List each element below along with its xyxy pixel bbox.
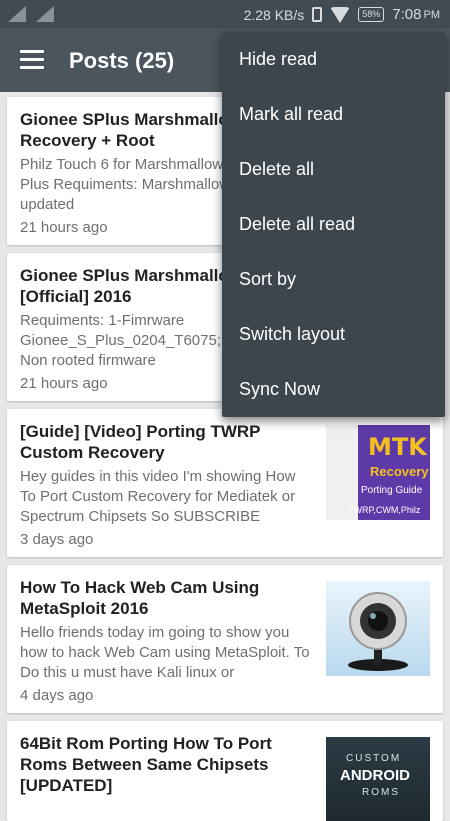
post-thumbnail[interactable]: [326, 581, 430, 676]
post-thumbnail[interactable]: MTK Recovery Porting Guide TWRP,CWM,Phil…: [326, 425, 430, 520]
signal-sim1-icon: [8, 6, 28, 22]
thumb-line1: MTK: [368, 433, 427, 461]
page-title: Posts (25): [69, 48, 175, 73]
status-bar: 2.28 KB/s 58% 7:08 PM: [0, 0, 450, 28]
post-thumbnail[interactable]: CUSTOM ANDROID ROMS: [326, 737, 430, 821]
network-speed: 2.28 KB/s: [243, 6, 305, 23]
post-time: 3 days ago: [20, 531, 94, 548]
thumb-line1: CUSTOM: [346, 753, 402, 764]
status-right: 2.28 KB/s 58% 7:08 PM: [244, 6, 440, 23]
thumb-line3: ROMS: [362, 787, 400, 798]
thumb-line3: Porting Guide: [361, 485, 423, 496]
post-time: 21 hours ago: [20, 219, 108, 236]
menu-item-hide-read[interactable]: Hide read: [222, 32, 445, 87]
post-time: 4 days ago: [20, 687, 94, 704]
menu-item-delete-all-read[interactable]: Delete all read: [222, 197, 445, 252]
wifi-icon: [330, 6, 351, 23]
menu-hamburger-icon[interactable]: [20, 50, 44, 70]
overflow-menu: Hide read Mark all read Delete all Delet…: [222, 32, 445, 417]
menu-item-sort-by[interactable]: Sort by: [222, 252, 445, 307]
post-title: How To Hack Web Cam Using MetaSploit 201…: [20, 578, 260, 618]
clock-ampm: PM: [423, 8, 441, 21]
battery-icon: 58%: [358, 7, 385, 22]
battery-level: 58%: [362, 9, 381, 19]
clock: 7:08: [392, 6, 422, 23]
webcam-icon: [348, 592, 408, 671]
thumb-line2: ANDROID: [340, 767, 410, 784]
post-time: 21 hours ago: [20, 375, 108, 392]
thumb-line4: TWRP,CWM,Philz: [348, 505, 421, 515]
vibrate-icon: [312, 7, 323, 22]
post-card[interactable]: 64Bit Rom Porting How To Port Roms Betwe…: [7, 721, 443, 821]
post-title: [Guide] [Video] Porting TWRP Custom Reco…: [20, 422, 261, 462]
post-title: 64Bit Rom Porting How To Port Roms Betwe…: [20, 734, 272, 795]
post-excerpt: Hello friends today im going to show you…: [20, 624, 310, 681]
post-card[interactable]: [Guide] [Video] Porting TWRP Custom Reco…: [7, 409, 443, 557]
menu-item-switch-layout[interactable]: Switch layout: [222, 307, 445, 362]
menu-item-delete-all[interactable]: Delete all: [222, 142, 445, 197]
post-excerpt: Hey guides in this video I'm showing How…: [20, 468, 296, 525]
signal-sim2-icon: [36, 6, 56, 22]
thumb-line2: Recovery: [370, 464, 429, 479]
post-card[interactable]: How To Hack Web Cam Using MetaSploit 201…: [7, 565, 443, 713]
menu-item-mark-all-read[interactable]: Mark all read: [222, 87, 445, 142]
menu-item-sync-now[interactable]: Sync Now: [222, 362, 445, 417]
signal-indicators: [8, 6, 56, 22]
